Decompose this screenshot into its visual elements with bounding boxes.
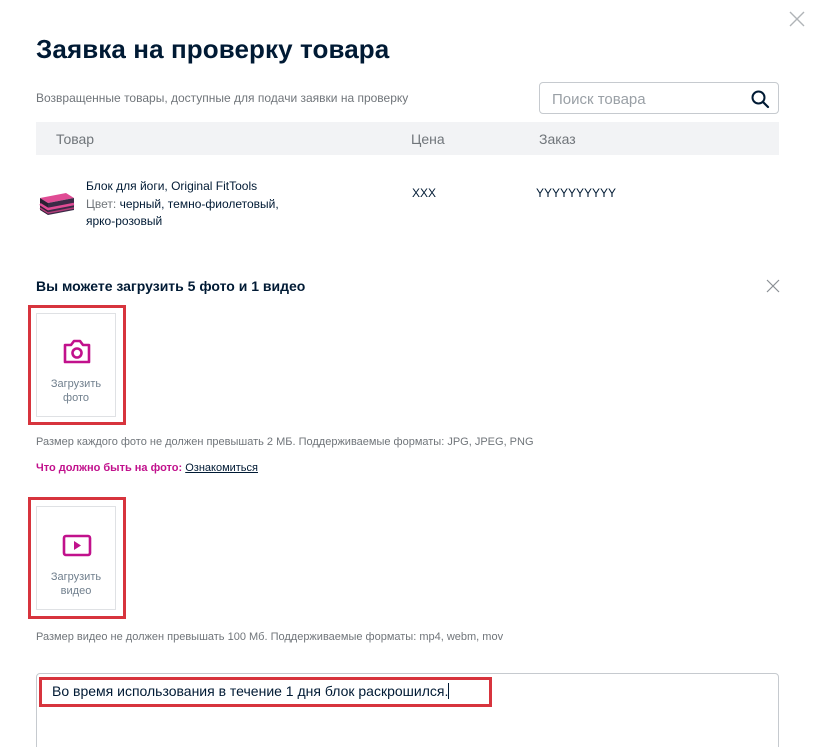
product-color: Цвет: черный, темно-фиолетовый, ярко-роз… — [86, 196, 286, 230]
video-hint: Размер видео не должен превышать 100 Мб.… — [36, 631, 504, 643]
text-caret — [448, 683, 450, 699]
upload-photo-button[interactable]: Загрузить фото — [36, 313, 116, 417]
modal-subtitle: Возвращенные товары, доступные для подач… — [36, 91, 409, 105]
comment-value: Во время использования в течение 1 дня б… — [52, 683, 449, 699]
column-header-price: Цена — [411, 131, 445, 147]
product-name: Блок для йоги, Original FitTools — [86, 179, 258, 193]
photo-requirements: Что должно быть на фото: Ознакомиться — [36, 462, 258, 474]
photo-hint: Размер каждого фото не должен превышать … — [36, 436, 534, 448]
product-thumbnail — [39, 193, 75, 215]
close-upload-icon[interactable] — [766, 279, 780, 293]
product-order: YYYYYYYYYY — [536, 186, 617, 200]
modal-title: Заявка на проверку товара — [36, 34, 390, 64]
upload-title: Вы можете загрузить 5 фото и 1 видео — [36, 278, 306, 294]
upload-video-label: Загрузить видео — [50, 571, 102, 597]
video-icon — [62, 534, 92, 557]
upload-video-button[interactable]: Загрузить видео — [36, 506, 116, 610]
photo-requirements-question: Что должно быть на фото: — [36, 462, 183, 474]
comment-text: Во время использования в течение 1 дня б… — [52, 683, 450, 699]
close-icon[interactable] — [788, 10, 806, 28]
camera-icon — [63, 339, 91, 364]
upload-photo-label: Загрузить фото — [50, 378, 102, 404]
column-header-order: Заказ — [539, 131, 576, 147]
product-color-label: Цвет: — [86, 197, 117, 211]
product-price: XXX — [412, 186, 437, 200]
photo-requirements-link[interactable]: Ознакомиться — [185, 462, 258, 474]
search-icon[interactable] — [750, 89, 770, 109]
product-search — [539, 82, 779, 114]
table-header: Товар Цена Заказ — [36, 122, 779, 155]
search-input[interactable] — [552, 89, 742, 109]
column-header-product: Товар — [56, 131, 95, 147]
